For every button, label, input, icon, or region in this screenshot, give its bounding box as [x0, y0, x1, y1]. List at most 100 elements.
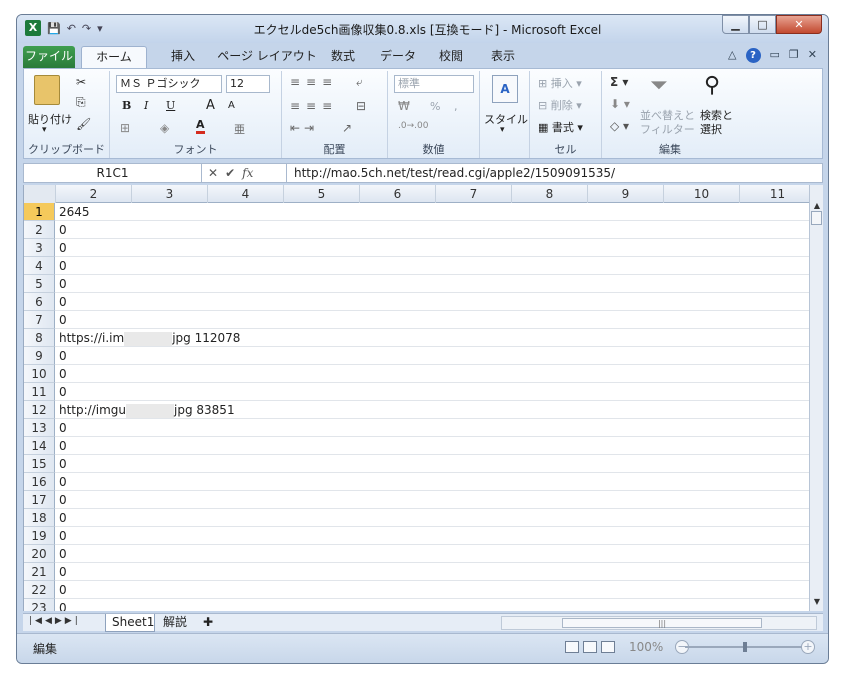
confirm-entry-icon[interactable]: ✔ [225, 166, 235, 180]
insert-sheet-icon[interactable]: ✚ [197, 614, 219, 632]
row-header[interactable]: 13 [24, 419, 55, 437]
undo-icon[interactable]: ↶ [67, 22, 76, 35]
cell-col2[interactable]: 0 [57, 257, 67, 275]
cell-col2[interactable]: 0 [57, 383, 67, 401]
tab-page-layout[interactable]: ページ レイアウト [217, 46, 317, 68]
font-name-select[interactable]: ＭＳ Ｐゴシック [116, 75, 222, 93]
grow-font-button[interactable]: A [206, 98, 215, 113]
indent-icons[interactable]: ⇤⇥ [290, 121, 318, 135]
cell-col2[interactable]: 0 [57, 545, 67, 563]
fill-color-icon[interactable]: ◈ [160, 121, 169, 135]
vertical-scrollbar[interactable]: ▲ ▼ [809, 185, 823, 611]
cell-col2[interactable]: 0 [57, 239, 67, 257]
maximize-button[interactable]: □ [749, 15, 776, 34]
horizontal-scroll-thumb[interactable]: ||| [562, 618, 762, 628]
paste-dropdown-icon[interactable]: ▾ [42, 125, 47, 135]
tab-view[interactable]: 表示 [483, 46, 523, 68]
horizontal-align-icons[interactable]: ≡≡≡ [290, 99, 338, 113]
cell-col2[interactable]: 0 [57, 581, 67, 599]
row-header[interactable]: 22 [24, 581, 55, 599]
help-icon[interactable]: ? [745, 48, 761, 63]
tab-insert[interactable]: 挿入 [161, 46, 205, 68]
paste-icon[interactable] [34, 75, 60, 105]
paste-button[interactable]: 貼り付け [28, 111, 72, 127]
shrink-font-button[interactable]: A [228, 100, 235, 111]
row-header[interactable]: 12 [24, 401, 55, 419]
column-header[interactable]: 7 [436, 185, 512, 203]
cell-col2[interactable]: 0 [57, 599, 67, 611]
cell-col2[interactable]: 0 [57, 293, 67, 311]
redo-icon[interactable]: ↷ [82, 22, 91, 35]
row-header[interactable]: 3 [24, 239, 55, 257]
column-header[interactable]: 10 [664, 185, 740, 203]
wrap-text-icon[interactable]: ⤶ [356, 75, 363, 90]
find-select-icon[interactable]: ⚲ [704, 73, 720, 98]
cell-col2[interactable]: https://i.im jpg 112078 [57, 329, 240, 347]
horizontal-scrollbar[interactable]: ||| [501, 616, 817, 630]
find-select-label-2[interactable]: 選択 [700, 121, 722, 137]
workbook-restore-icon[interactable]: ❐ [789, 48, 799, 63]
styles-icon[interactable]: A [492, 75, 518, 103]
zoom-level[interactable]: 100% [629, 640, 663, 654]
cancel-entry-icon[interactable]: ✕ [208, 166, 218, 180]
cell-col2[interactable]: 0 [57, 491, 67, 509]
italic-button[interactable]: I [144, 99, 148, 112]
customize-qat-icon[interactable]: ▾ [97, 22, 103, 35]
increase-decimal-icon[interactable]: .0→.00 [398, 121, 428, 131]
row-header[interactable]: 20 [24, 545, 55, 563]
row-header[interactable]: 11 [24, 383, 55, 401]
row-header[interactable]: 14 [24, 437, 55, 455]
excel-app-icon[interactable]: X [25, 20, 41, 36]
delete-cells-button[interactable]: ⊟ 削除 ▾ [538, 97, 582, 113]
sort-filter-icon[interactable]: ⏷ [650, 73, 668, 98]
format-cells-button[interactable]: ▦ 書式 ▾ [538, 119, 583, 135]
save-icon[interactable]: 💾 [47, 22, 61, 35]
orientation-icon[interactable]: ↗ [342, 121, 352, 135]
select-all-corner[interactable] [24, 185, 56, 203]
page-layout-view-icon[interactable] [583, 641, 597, 653]
autosum-icon[interactable]: Σ ▾ [610, 75, 628, 89]
cell-col2[interactable]: 2645 [57, 203, 90, 221]
cell-col2[interactable]: 0 [57, 365, 67, 383]
cell-col2[interactable]: 0 [57, 419, 67, 437]
normal-view-icon[interactable] [565, 641, 579, 653]
row-header[interactable]: 2 [24, 221, 55, 239]
clear-icon[interactable]: ◇ ▾ [610, 119, 629, 133]
row-header[interactable]: 19 [24, 527, 55, 545]
vertical-align-icons[interactable]: ≡≡≡ [290, 75, 338, 89]
row-header[interactable]: 8 [24, 329, 55, 347]
minimize-button[interactable]: ▁ [722, 15, 749, 34]
zoom-thumb[interactable] [743, 642, 747, 652]
vertical-scroll-thumb[interactable] [811, 211, 822, 225]
sort-filter-label-2[interactable]: フィルター [640, 121, 695, 137]
font-size-select[interactable]: 12 [226, 75, 270, 93]
row-header[interactable]: 18 [24, 509, 55, 527]
copy-icon[interactable]: ⎘ [76, 95, 86, 110]
formula-input[interactable]: http://mao.5ch.net/test/read.cgi/apple2/… [286, 164, 806, 182]
cell-col2[interactable]: 0 [57, 509, 67, 527]
format-painter-icon[interactable]: 🖌 [76, 117, 91, 131]
row-header[interactable]: 10 [24, 365, 55, 383]
workbook-minimize-icon[interactable]: ▭ [770, 48, 780, 63]
tab-formulas[interactable]: 数式 [323, 46, 363, 68]
column-header[interactable]: 8 [512, 185, 588, 203]
zoom-slider[interactable]: − + [675, 640, 815, 654]
sheet-tab-sheet1[interactable]: Sheet1 [105, 614, 155, 632]
underline-button[interactable]: U [166, 99, 175, 112]
row-header[interactable]: 23 [24, 599, 55, 611]
workbook-close-icon[interactable]: ✕ [808, 48, 817, 63]
cell-col2[interactable]: 0 [57, 221, 67, 239]
bold-button[interactable]: B [122, 99, 131, 112]
row-header[interactable]: 16 [24, 473, 55, 491]
row-header[interactable]: 17 [24, 491, 55, 509]
column-header[interactable]: 9 [588, 185, 664, 203]
zoom-in-icon[interactable]: + [801, 640, 815, 654]
row-header[interactable]: 21 [24, 563, 55, 581]
cell-col2[interactable]: 0 [57, 275, 67, 293]
column-header[interactable]: 5 [284, 185, 360, 203]
row-header[interactable]: 6 [24, 293, 55, 311]
column-header[interactable]: 2 [56, 185, 132, 203]
row-header[interactable]: 5 [24, 275, 55, 293]
tab-review[interactable]: 校閲 [431, 46, 471, 68]
cell-col2[interactable]: 0 [57, 437, 67, 455]
